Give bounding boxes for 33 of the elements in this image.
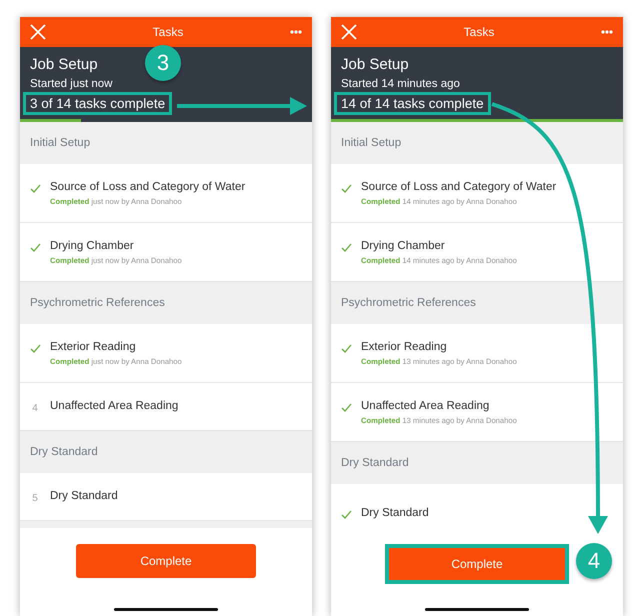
job-title: Job Setup: [30, 56, 98, 73]
more-icon[interactable]: [290, 30, 302, 34]
screen-title: Tasks: [464, 25, 494, 39]
task-name: Dry Standard: [361, 507, 429, 519]
more-icon[interactable]: [601, 30, 613, 34]
screen-title: Tasks: [152, 25, 184, 39]
task-name: Exterior Reading: [361, 340, 448, 352]
task-name: Drying Chamber: [361, 240, 446, 252]
progress-text: 3 of 14 tasks complete: [23, 92, 172, 115]
task-name: Dry Standard: [50, 490, 118, 502]
section-header: Initial Setup: [340, 136, 402, 151]
task-name: Drying Chamber: [50, 240, 135, 252]
task-row[interactable]: 5 Dry Standard: [20, 473, 312, 521]
section-header: Psychrometric References: [340, 296, 477, 311]
task-row[interactable]: 4 Unaffected Area Reading: [20, 383, 312, 431]
section-header: Initial Setup: [29, 136, 92, 151]
task-name: Source of Loss and Category of Water: [361, 180, 556, 192]
section-header: Dry Standard: [340, 456, 410, 471]
started-text: Started 14 minutes ago: [341, 78, 460, 90]
task-name: Unaffected Area Reading: [361, 400, 490, 412]
task-number: 5: [32, 492, 38, 504]
close-icon[interactable]: [341, 24, 357, 40]
job-title: Job Setup: [341, 56, 409, 73]
progress-text: 14 of 14 tasks complete: [334, 92, 491, 115]
started-text: Started just now: [30, 78, 112, 90]
task-number: 4: [32, 402, 38, 414]
task-row[interactable]: Dry Standard: [331, 484, 623, 528]
task-name: Unaffected Area Reading: [50, 400, 178, 412]
task-name: Source of Loss and Category of Water: [50, 180, 246, 192]
section-header: Psychrometric References: [29, 296, 166, 311]
task-name: Exterior Reading: [50, 340, 137, 352]
section-header: Dry Standard: [29, 445, 99, 460]
close-icon[interactable]: [30, 24, 46, 40]
